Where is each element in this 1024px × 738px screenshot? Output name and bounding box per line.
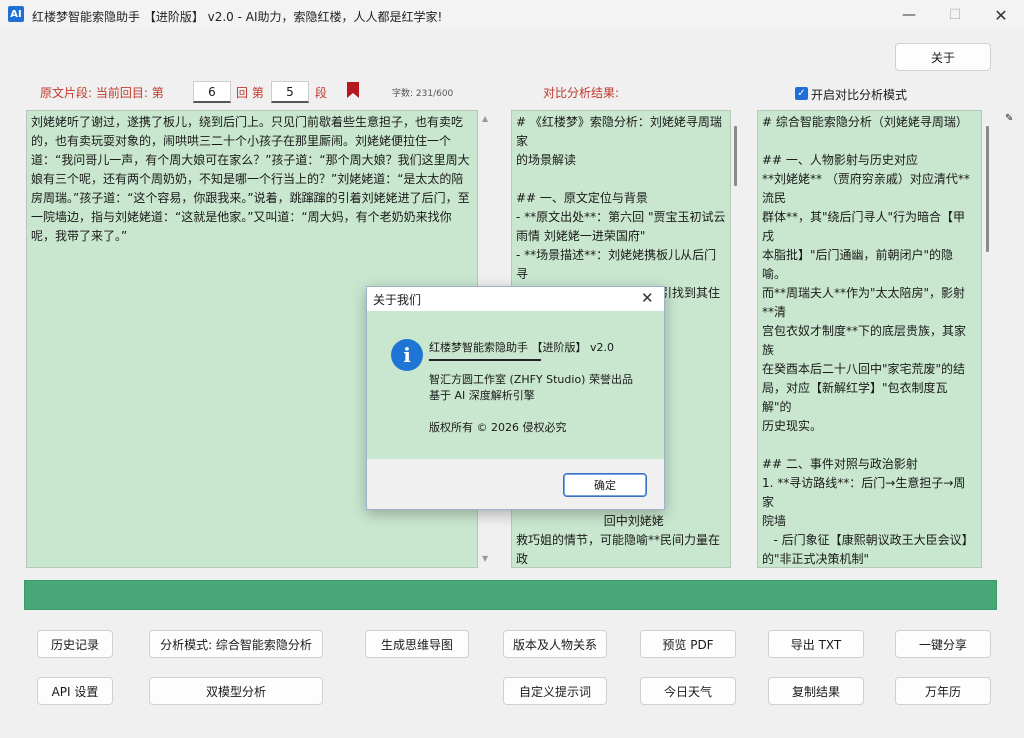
compare-mode-label: 开启对比分析模式 — [811, 88, 908, 102]
text-line: 的"非正式决策机制" — [762, 552, 870, 566]
text-line: 的场景解读 — [516, 153, 577, 167]
analysis-mode-button[interactable]: 分析模式: 综合智能索隐分析 — [149, 630, 323, 658]
compare-mode-checkbox[interactable]: ✓ — [795, 87, 808, 100]
char-count: 字数: 231/600 — [392, 89, 454, 99]
bookmark-icon[interactable] — [347, 82, 359, 98]
text-line: 院墙 — [762, 514, 787, 528]
dialog-engine: 基于 AI 深度解析引擎 — [429, 389, 535, 402]
weather-button[interactable]: 今日天气 — [640, 677, 736, 705]
chapter-mid-label: 回 第 — [236, 86, 264, 100]
compare-scrollbar-thumb[interactable] — [734, 126, 737, 186]
segment-suffix-label: 段 — [315, 86, 328, 100]
dialog-divider — [429, 359, 541, 361]
dialog-product: 红楼梦智能索隐助手 【进阶版】 v2.0 — [429, 341, 614, 354]
text-line: 群体**，其"绕后门寻人"行为暗合【甲戌 — [762, 210, 966, 243]
dialog-studio: 智汇方圆工作室 (ZHFY Studio) 荣誉出品 — [429, 373, 633, 386]
text-line: 1. **寻访路线**：后门→生意担子→周家 — [762, 476, 966, 509]
calendar-button[interactable]: 万年历 — [895, 677, 991, 705]
text-line: ## 一、原文定位与背景 — [516, 191, 648, 205]
text-line: 雨情 刘姥姥一进荣国府" — [516, 229, 646, 243]
text-line: # 《红楼梦》索隐分析：刘姥姥寻周瑞家 — [516, 115, 722, 148]
text-line — [762, 436, 977, 455]
about-button[interactable]: 关于 — [895, 43, 991, 71]
dual-model-button[interactable]: 双模型分析 — [149, 677, 323, 705]
preview-pdf-button[interactable]: 预览 PDF — [640, 630, 736, 658]
copy-result-button[interactable]: 复制结果 — [768, 677, 864, 705]
dialog-title: 关于我们 — [373, 293, 422, 307]
text-line: 而**周瑞夫人**作为"太太陪房"，影射**清 — [762, 286, 966, 319]
pin-icon[interactable]: ✎ — [1005, 113, 1013, 124]
dialog-title-bar: 关于我们 ✕ — [367, 287, 664, 311]
export-txt-button[interactable]: 导出 TXT — [768, 630, 864, 658]
text-line: 宫包衣奴才制度**下的底层贵族，其家族 — [762, 324, 967, 357]
dialog-copyright: 版权所有 © 2026 侵权必究 — [429, 421, 567, 434]
text-line: ## 一、人物影射与历史对应 — [762, 153, 918, 167]
text-line — [762, 132, 977, 151]
dialog-body: i 红楼梦智能索隐助手 【进阶版】 v2.0 智汇方圆工作室 (ZHFY Stu… — [367, 311, 664, 459]
segment-input[interactable]: 5 — [271, 81, 309, 103]
maximize-button[interactable]: ☐ — [932, 0, 978, 30]
title-bar: AI 红楼梦智能索隐助手 【进阶版】 v2.0 - AI助力，索隐红楼，人人都是… — [0, 0, 1024, 30]
text-line: 局，对应【新解红学】"包衣制度瓦解"的 — [762, 381, 948, 414]
source-text: 刘姥姥听了谢过，遂携了板儿，绕到后门上。只见门前歇着些生意担子，也有卖吃的，也有… — [31, 115, 470, 243]
text-line: 本脂批】"后门通幽，前朝闭户"的隐喻。 — [762, 248, 954, 281]
chapter-input[interactable]: 6 — [193, 81, 231, 103]
window-title: 红楼梦智能索隐助手 【进阶版】 v2.0 - AI助力，索隐红楼，人人都是红学家… — [32, 10, 443, 24]
text-line — [516, 170, 726, 189]
dialog-footer: 确定 — [367, 459, 664, 509]
api-settings-button[interactable]: API 设置 — [37, 677, 113, 705]
custom-prompt-button[interactable]: 自定义提示词 — [503, 677, 607, 705]
text-line: 救巧姐的情节，可能隐喻**民间力量在政 — [516, 533, 721, 566]
text-line: ## 二、事件对照与政治影射 — [762, 457, 918, 471]
analysis-scrollbar-thumb[interactable] — [986, 126, 989, 252]
scroll-down-icon[interactable]: ▼ — [482, 554, 488, 563]
text-line: 在癸酉本后二十八回中"家宅荒废"的结 — [762, 362, 966, 376]
progress-bar — [24, 580, 997, 610]
ok-button[interactable]: 确定 — [563, 473, 647, 497]
text-line: **刘姥姥** （贾府穷亲戚）对应清代**流民 — [762, 172, 970, 205]
mindmap-button[interactable]: 生成思维导图 — [365, 630, 469, 658]
about-dialog: 关于我们 ✕ i 红楼梦智能索隐助手 【进阶版】 v2.0 智汇方圆工作室 (Z… — [366, 286, 665, 510]
source-label: 原文片段: 当前回目: 第 — [40, 86, 164, 100]
text-line: 历史现实。 — [762, 419, 823, 433]
minimize-button[interactable]: — — [886, 0, 932, 30]
text-line: # 综合智能索隐分析（刘姥姥寻周瑞） — [762, 115, 968, 129]
text-line: - 后门象征【康熙朝议政王大臣会议】 — [762, 533, 974, 547]
info-icon: i — [391, 339, 423, 371]
dialog-close-icon[interactable]: ✕ — [641, 289, 654, 307]
analysis-result-area[interactable]: # 综合智能索隐分析（刘姥姥寻周瑞） ## 一、人物影射与历史对应 **刘姥姥** … — [757, 110, 982, 568]
app-icon: AI — [8, 6, 24, 22]
analysis-result-text: # 综合智能索隐分析（刘姥姥寻周瑞） ## 一、人物影射与历史对应 **刘姥姥** … — [762, 113, 977, 567]
history-button[interactable]: 历史记录 — [37, 630, 113, 658]
text-line: - **场景描述**：刘姥姥携板儿从后门寻 — [516, 248, 717, 281]
versions-relations-button[interactable]: 版本及人物关系 — [503, 630, 607, 658]
share-button[interactable]: 一键分享 — [895, 630, 991, 658]
compare-label: 对比分析结果: — [543, 86, 620, 100]
text-line: - **原文出处**：第六回 "贾宝玉初试云 — [516, 210, 726, 224]
text-line: 回中刘姥姥 — [516, 514, 664, 528]
scroll-up-icon[interactable]: ▲ — [482, 114, 488, 123]
close-window-button[interactable]: ✕ — [978, 0, 1024, 30]
